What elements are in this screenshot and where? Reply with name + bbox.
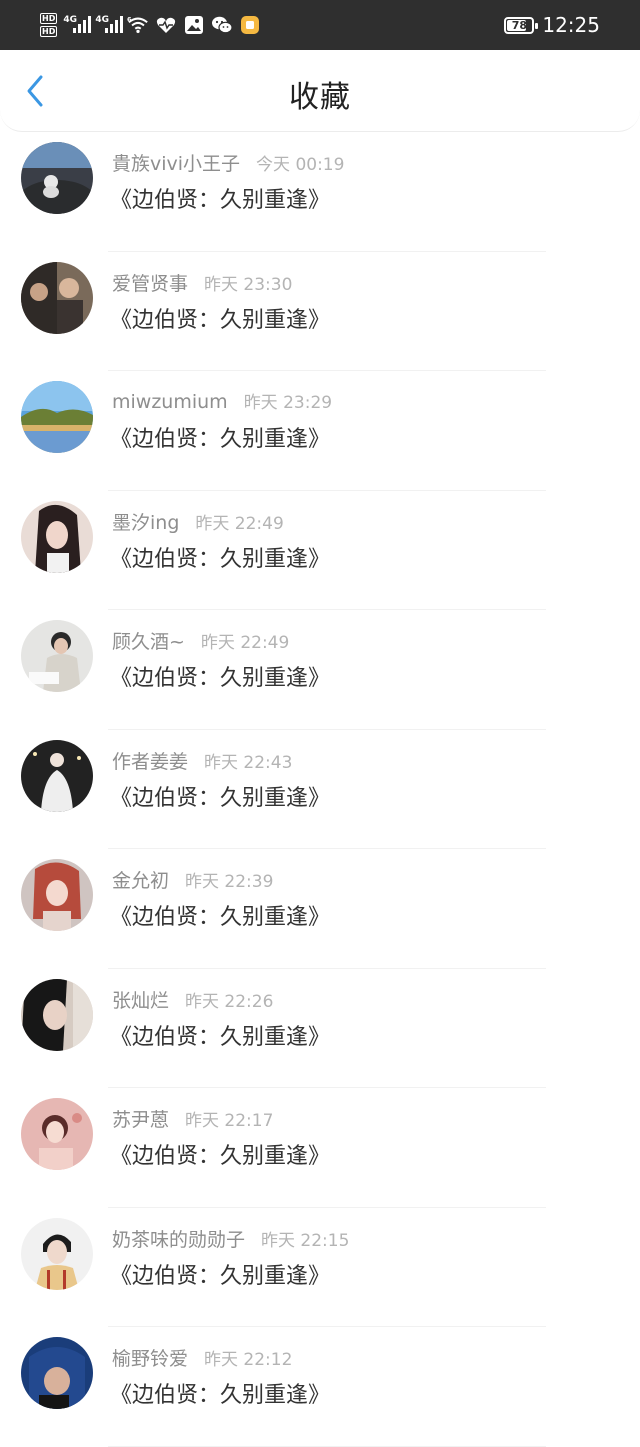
- item-meta: 榆野铃爱 昨天 22:12: [112, 1344, 292, 1371]
- signal-icon-2: 4G: [95, 15, 124, 35]
- status-bar-left: HD HD 4G 4G 6: [40, 0, 261, 50]
- item-meta: 金允初 昨天 22:39: [112, 866, 273, 893]
- wechat-icon: [211, 14, 233, 36]
- item-meta: 貴族vivi小王子 今天 00:19: [112, 149, 344, 176]
- item-meta: 爱管贤事 昨天 23:30: [112, 269, 292, 296]
- novel-title[interactable]: 《边伯贤：久别重逢》: [110, 421, 330, 453]
- avatar[interactable]: [21, 1337, 93, 1409]
- novel-title[interactable]: 《边伯贤：久别重逢》: [110, 182, 330, 214]
- avatar[interactable]: [21, 1217, 93, 1290]
- notification-app-icon: [239, 14, 261, 36]
- status-bar-right: 78 12:25: [504, 0, 600, 50]
- item-meta: miwzumium 昨天 23:29: [112, 388, 332, 413]
- favorites-list: 貴族vivi小王子 今天 00:19 《边伯贤：久别重逢》 爱管贤事 昨天 23:30 《…: [0, 132, 640, 1447]
- list-item[interactable]: 作者姜姜 昨天 22:43 《边伯贤：久别重逢》: [0, 730, 640, 849]
- avatar[interactable]: [21, 739, 93, 812]
- status-time: 12:25: [542, 13, 600, 37]
- wifi-icon: 6: [127, 14, 149, 36]
- timestamp: 昨天 22:17: [185, 1111, 274, 1131]
- hd-badge-1: HD: [40, 13, 58, 24]
- novel-title[interactable]: 《边伯贤：久别重逢》: [110, 899, 330, 931]
- page-title: 收藏: [289, 80, 351, 115]
- item-meta: 作者姜姜 昨天 22:43: [112, 747, 292, 774]
- status-bar: HD HD 4G 4G 6 78 12:25: [0, 0, 640, 50]
- username[interactable]: 作者姜姜: [112, 751, 188, 773]
- item-meta: 苏尹蒽 昨天 22:17: [112, 1105, 273, 1132]
- username[interactable]: 奶茶味的勋勋子: [112, 1229, 245, 1251]
- hd-indicators: HD HD: [40, 13, 58, 37]
- heart-rate-icon: [155, 14, 177, 36]
- username[interactable]: 顾久酒~: [112, 631, 185, 653]
- timestamp: 昨天 23:29: [243, 393, 333, 413]
- timestamp: 昨天 22:39: [185, 872, 274, 892]
- nav-header: 收藏: [0, 50, 640, 132]
- username[interactable]: 墨汐ing: [112, 512, 179, 534]
- avatar[interactable]: [21, 500, 93, 573]
- battery-level: 78: [511, 18, 528, 32]
- list-item[interactable]: miwzumium 昨天 23:29 《边伯贤：久别重逢》: [0, 371, 640, 491]
- wifi-gen-label: 6: [127, 15, 132, 23]
- avatar[interactable]: [21, 142, 93, 214]
- avatar[interactable]: [21, 1098, 93, 1170]
- list-item[interactable]: 张灿烂 昨天 22:26 《边伯贤：久别重逢》: [0, 969, 640, 1088]
- username[interactable]: 张灿烂: [112, 990, 169, 1012]
- list-item[interactable]: 貴族vivi小王子 今天 00:19 《边伯贤：久别重逢》: [0, 132, 640, 252]
- novel-title[interactable]: 《边伯贤：久别重逢》: [110, 541, 330, 573]
- timestamp: 昨天 22:26: [185, 991, 274, 1012]
- avatar[interactable]: [21, 381, 93, 453]
- novel-title[interactable]: 《边伯贤：久别重逢》: [110, 660, 330, 692]
- list-item[interactable]: 墨汐ing 昨天 22:49 《边伯贤：久别重逢》: [0, 491, 640, 610]
- timestamp: 昨天 23:30: [204, 274, 293, 295]
- timestamp: 昨天 22:12: [204, 1350, 293, 1370]
- username[interactable]: 貴族vivi小王子: [112, 153, 240, 175]
- novel-title[interactable]: 《边伯贤：久别重逢》: [110, 1377, 330, 1409]
- battery-icon: 78: [504, 16, 539, 34]
- signal-icon-1: 4G: [63, 15, 92, 35]
- timestamp: 昨天 22:49: [200, 633, 290, 653]
- list-item[interactable]: 苏尹蒽 昨天 22:17 《边伯贤：久别重逢》: [0, 1088, 640, 1208]
- avatar[interactable]: [21, 620, 93, 692]
- list-item[interactable]: 爱管贤事 昨天 23:30 《边伯贤：久别重逢》: [0, 252, 640, 371]
- avatar[interactable]: [21, 978, 93, 1051]
- username[interactable]: 榆野铃爱: [112, 1348, 188, 1370]
- novel-title[interactable]: 《边伯贤：久别重逢》: [110, 302, 330, 334]
- list-item[interactable]: 顾久酒~ 昨天 22:49 《边伯贤：久别重逢》: [0, 610, 640, 730]
- avatar[interactable]: [21, 261, 93, 334]
- hd-badge-2: HD: [40, 26, 58, 37]
- username[interactable]: 金允初: [112, 870, 169, 892]
- username[interactable]: 爱管贤事: [112, 273, 188, 295]
- item-meta: 张灿烂 昨天 22:26: [112, 986, 273, 1013]
- novel-title[interactable]: 《边伯贤：久别重逢》: [110, 780, 330, 812]
- timestamp: 昨天 22:49: [195, 513, 284, 534]
- novel-title[interactable]: 《边伯贤：久别重逢》: [110, 1258, 330, 1290]
- item-meta: 墨汐ing 昨天 22:49: [112, 508, 284, 535]
- list-item[interactable]: 金允初 昨天 22:39 《边伯贤：久别重逢》: [0, 849, 640, 969]
- item-meta: 顾久酒~ 昨天 22:49: [112, 627, 289, 654]
- divider: [108, 1445, 546, 1447]
- timestamp: 今天 00:19: [256, 155, 345, 175]
- list-item[interactable]: 榆野铃爱 昨天 22:12 《边伯贤：久别重逢》: [0, 1327, 640, 1447]
- novel-title[interactable]: 《边伯贤：久别重逢》: [110, 1138, 330, 1170]
- novel-title[interactable]: 《边伯贤：久别重逢》: [110, 1019, 330, 1051]
- username[interactable]: miwzumium: [112, 391, 228, 413]
- gallery-icon: [183, 14, 205, 36]
- list-item[interactable]: 奶茶味的勋勋子 昨天 22:15 《边伯贤：久别重逢》: [0, 1208, 640, 1327]
- timestamp: 昨天 22:43: [204, 752, 293, 773]
- timestamp: 昨天 22:15: [261, 1230, 350, 1251]
- username[interactable]: 苏尹蒽: [112, 1109, 169, 1131]
- item-meta: 奶茶味的勋勋子 昨天 22:15: [112, 1225, 349, 1252]
- avatar[interactable]: [21, 859, 93, 931]
